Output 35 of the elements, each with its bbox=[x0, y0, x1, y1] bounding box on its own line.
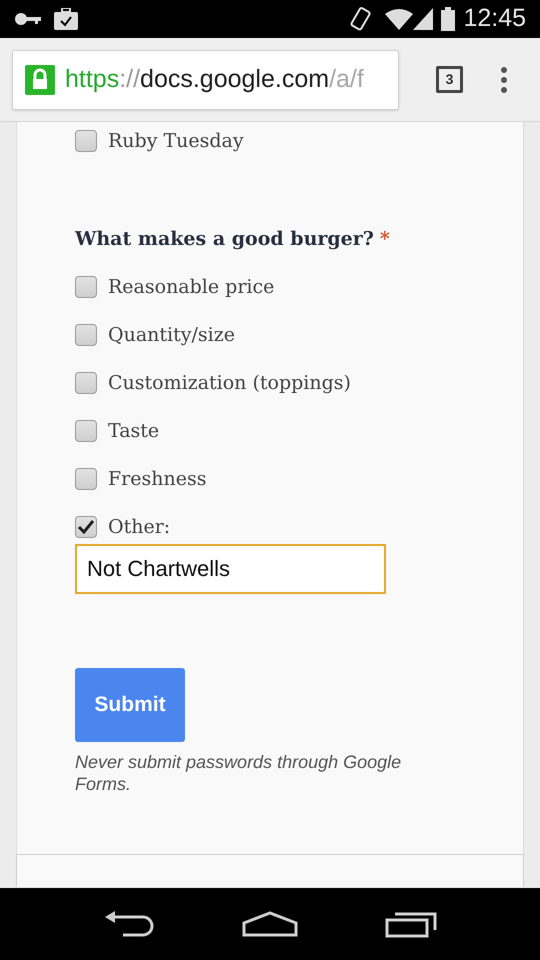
option-label: Taste bbox=[108, 422, 160, 440]
option-label: Customization (toppings) bbox=[108, 374, 351, 392]
wifi-icon bbox=[385, 8, 414, 30]
back-icon[interactable] bbox=[103, 911, 156, 937]
checkbox[interactable] bbox=[75, 130, 97, 152]
question-title: What makes a good burger? * bbox=[75, 226, 465, 252]
checkbox[interactable] bbox=[75, 276, 97, 298]
checkbox[interactable] bbox=[75, 516, 97, 538]
option-label: Reasonable price bbox=[108, 278, 274, 296]
signal-icon bbox=[413, 8, 434, 30]
submit-button[interactable]: Submit bbox=[75, 668, 185, 742]
menu-icon[interactable] bbox=[500, 66, 508, 92]
option-label: Ruby Tuesday bbox=[108, 132, 244, 150]
checkbox[interactable] bbox=[75, 324, 97, 346]
recent-apps-icon[interactable] bbox=[384, 910, 437, 938]
tab-count-button[interactable]: 3 bbox=[436, 66, 463, 93]
battery-icon bbox=[441, 7, 456, 31]
password-warning: Never submit passwords through Google Forms. bbox=[75, 751, 402, 795]
briefcase-check-icon bbox=[54, 8, 78, 30]
address-bar[interactable]: https://docs.google.com/a/f bbox=[12, 50, 399, 110]
option-label: Other: bbox=[108, 518, 170, 536]
checkbox[interactable] bbox=[75, 420, 97, 442]
option-label: Freshness bbox=[108, 470, 206, 488]
required-mark: * bbox=[380, 226, 390, 252]
home-icon[interactable] bbox=[242, 911, 298, 937]
checkmark-icon bbox=[78, 520, 94, 534]
vibrate-icon bbox=[349, 6, 374, 32]
option-label: Quantity/size bbox=[108, 326, 235, 344]
clock-time: 12:45 bbox=[463, 3, 526, 34]
key-icon bbox=[14, 12, 42, 26]
checkbox[interactable] bbox=[75, 468, 97, 490]
url-text: https://docs.google.com/a/f bbox=[65, 64, 364, 95]
checkbox[interactable] bbox=[75, 372, 97, 394]
other-input-field[interactable]: Not Chartwells bbox=[75, 544, 386, 594]
lock-icon bbox=[25, 64, 55, 94]
